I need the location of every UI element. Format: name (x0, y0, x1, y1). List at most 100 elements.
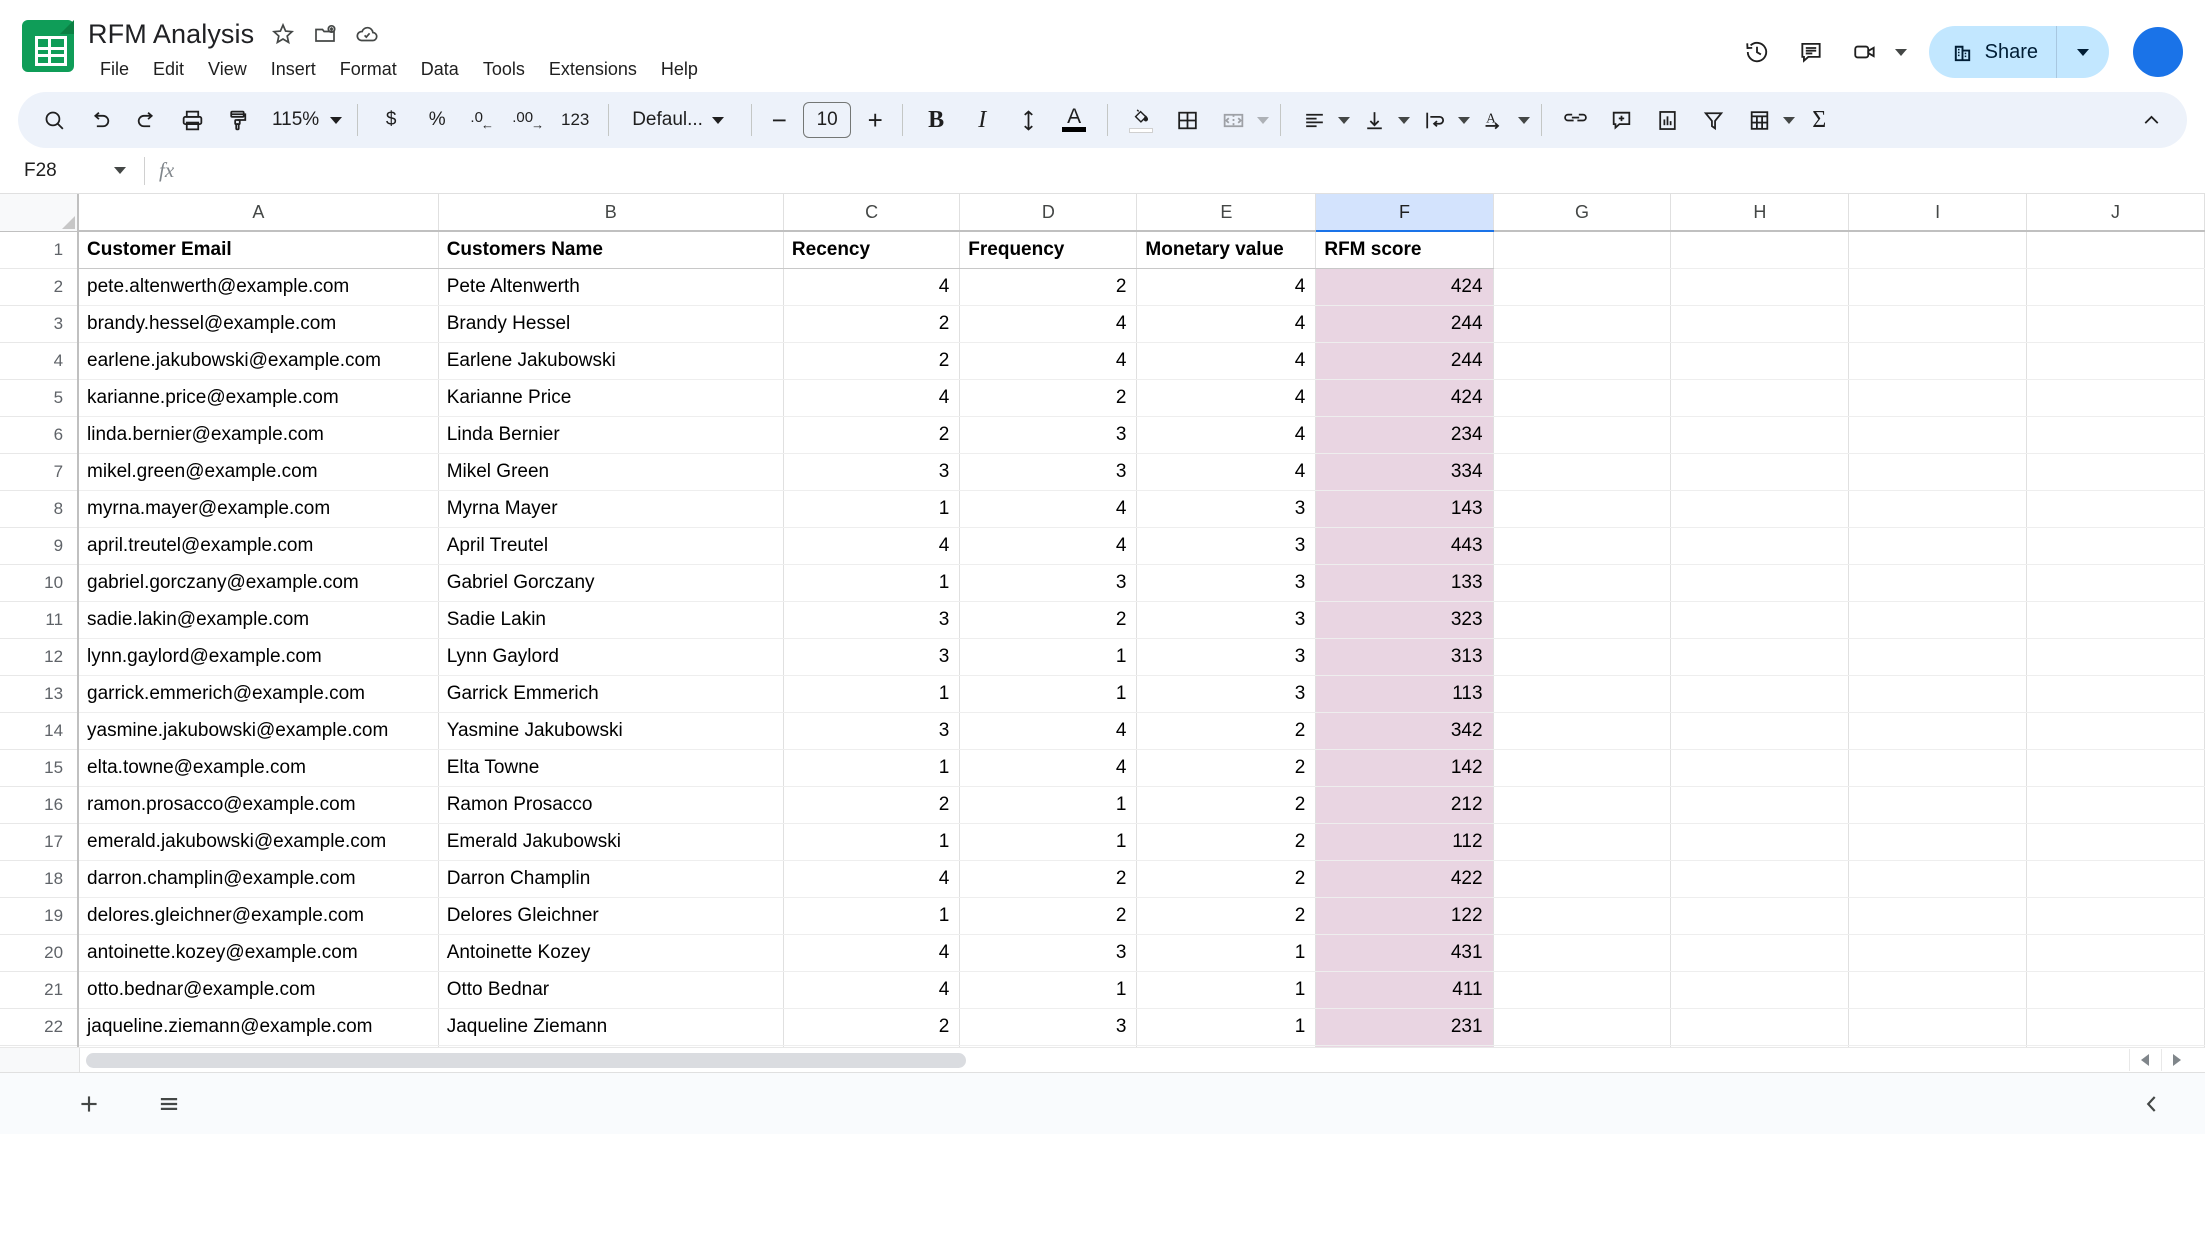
grid-cell-F3[interactable]: 244 (1316, 305, 1493, 342)
grid-cell-J6[interactable] (2027, 416, 2205, 453)
grid-cell-E15[interactable]: 2 (1137, 749, 1316, 786)
grid-cell-E2[interactable]: 4 (1137, 268, 1316, 305)
grid-cell-G8[interactable] (1493, 490, 1671, 527)
grid-cell-E11[interactable]: 3 (1137, 601, 1316, 638)
grid-cell-E5[interactable]: 4 (1137, 379, 1316, 416)
grid-cell-I9[interactable] (1849, 527, 2027, 564)
paint-format-icon[interactable] (216, 98, 260, 142)
grid-cell-F6[interactable]: 234 (1316, 416, 1493, 453)
redo-icon[interactable] (124, 98, 168, 142)
avatar[interactable] (2133, 27, 2183, 77)
grid-cell-F15[interactable]: 142 (1316, 749, 1493, 786)
grid-cell-A4[interactable]: earlene.jakubowski@example.com (78, 342, 438, 379)
grid-cell-B22[interactable]: Jaqueline Ziemann (438, 1008, 783, 1045)
grid-cell-B11[interactable]: Sadie Lakin (438, 601, 783, 638)
grid-cell-H19[interactable] (1671, 897, 1849, 934)
grid-cell-G17[interactable] (1493, 823, 1671, 860)
grid-cell-H10[interactable] (1671, 564, 1849, 601)
menu-item-data[interactable]: Data (409, 55, 471, 84)
grid-cell-F4[interactable]: 244 (1316, 342, 1493, 379)
grid-cell-C21[interactable]: 4 (783, 971, 959, 1008)
grid-cell-F16[interactable]: 212 (1316, 786, 1493, 823)
grid-cell-H7[interactable] (1671, 453, 1849, 490)
grid-cell-F10[interactable]: 133 (1316, 564, 1493, 601)
fill-color-icon[interactable] (1119, 98, 1163, 142)
sigma-sum-button[interactable]: Σ (1797, 98, 1841, 142)
grid-cell-H22[interactable] (1671, 1008, 1849, 1045)
grid-cell-A17[interactable]: emerald.jakubowski@example.com (78, 823, 438, 860)
grid-cell-G3[interactable] (1493, 305, 1671, 342)
page-title[interactable]: RFM Analysis (88, 19, 254, 50)
grid-cell-J8[interactable] (2027, 490, 2205, 527)
horizontal-scrollbar[interactable] (0, 1047, 2205, 1072)
menu-item-file[interactable]: File (88, 55, 141, 84)
menu-item-help[interactable]: Help (649, 55, 710, 84)
meet-options-chevron-down-icon[interactable] (1895, 49, 1907, 56)
grid-cell-F19[interactable]: 122 (1316, 897, 1493, 934)
increase-decimal-button[interactable]: .00→ (507, 98, 551, 142)
star-icon[interactable] (270, 21, 296, 47)
grid-cell-E1[interactable]: Monetary value (1137, 231, 1316, 268)
row-header-17[interactable]: 17 (0, 823, 78, 860)
borders-icon[interactable] (1165, 98, 1209, 142)
search-icon[interactable] (32, 98, 76, 142)
formula-input[interactable] (188, 148, 2205, 193)
create-filter-icon[interactable] (1691, 98, 1735, 142)
all-sheets-menu-icon[interactable] (150, 1085, 188, 1123)
grid-cell-D20[interactable]: 3 (960, 934, 1137, 971)
grid-cell-D5[interactable]: 2 (960, 379, 1137, 416)
grid-cell-B1[interactable]: Customers Name (438, 231, 783, 268)
grid-cell-J5[interactable] (2027, 379, 2205, 416)
grid-cell-G13[interactable] (1493, 675, 1671, 712)
grid-cell-J10[interactable] (2027, 564, 2205, 601)
grid-cell-F11[interactable]: 323 (1316, 601, 1493, 638)
grid-cell-D6[interactable]: 3 (960, 416, 1137, 453)
grid-cell-D18[interactable]: 2 (960, 860, 1137, 897)
currency-format-button[interactable]: $ (369, 98, 413, 142)
grid-cell-A19[interactable]: delores.gleichner@example.com (78, 897, 438, 934)
row-header-2[interactable]: 2 (0, 268, 78, 305)
grid-cell-C14[interactable]: 3 (783, 712, 959, 749)
grid-cell-B3[interactable]: Brandy Hessel (438, 305, 783, 342)
horizontal-scroll-thumb[interactable] (86, 1053, 966, 1068)
grid-cell-B7[interactable]: Mikel Green (438, 453, 783, 490)
wrap-chevron-down-icon[interactable] (1458, 117, 1470, 124)
grid-cell-C17[interactable]: 1 (783, 823, 959, 860)
grid-cell-J19[interactable] (2027, 897, 2205, 934)
grid-cell-H1[interactable] (1671, 231, 1849, 268)
horizontal-scroll-track[interactable] (80, 1048, 2123, 1072)
insert-comment-icon[interactable] (1599, 98, 1643, 142)
row-header-12[interactable]: 12 (0, 638, 78, 675)
grid-cell-E17[interactable]: 2 (1137, 823, 1316, 860)
column-header-h[interactable]: H (1671, 194, 1849, 231)
row-header-13[interactable]: 13 (0, 675, 78, 712)
grid-cell-H18[interactable] (1671, 860, 1849, 897)
grid-cell-G18[interactable] (1493, 860, 1671, 897)
grid-cell-E8[interactable]: 3 (1137, 490, 1316, 527)
grid-cell-A21[interactable]: otto.bednar@example.com (78, 971, 438, 1008)
chevron-left-icon[interactable] (2133, 1085, 2171, 1123)
grid-cell-H16[interactable] (1671, 786, 1849, 823)
grid-cell-J22[interactable] (2027, 1008, 2205, 1045)
grid-cell-J3[interactable] (2027, 305, 2205, 342)
grid-cell-C9[interactable]: 4 (783, 527, 959, 564)
column-header-j[interactable]: J (2027, 194, 2205, 231)
column-header-e[interactable]: E (1137, 194, 1316, 231)
grid-cell-C7[interactable]: 3 (783, 453, 959, 490)
insert-chart-icon[interactable] (1645, 98, 1689, 142)
grid-cell-I1[interactable] (1849, 231, 2027, 268)
grid-cell-J12[interactable] (2027, 638, 2205, 675)
grid-cell-D12[interactable]: 1 (960, 638, 1137, 675)
grid-cell-J21[interactable] (2027, 971, 2205, 1008)
grid-cell-A7[interactable]: mikel.green@example.com (78, 453, 438, 490)
grid-cell-J2[interactable] (2027, 268, 2205, 305)
grid-cell-J16[interactable] (2027, 786, 2205, 823)
grid-cell-B19[interactable]: Delores Gleichner (438, 897, 783, 934)
comment-icon[interactable] (1787, 28, 1835, 76)
grid-cell-A22[interactable]: jaqueline.ziemann@example.com (78, 1008, 438, 1045)
grid-cell-A14[interactable]: yasmine.jakubowski@example.com (78, 712, 438, 749)
grid-cell-F22[interactable]: 231 (1316, 1008, 1493, 1045)
grid-cell-J18[interactable] (2027, 860, 2205, 897)
grid-cell-G16[interactable] (1493, 786, 1671, 823)
grid-cell-G5[interactable] (1493, 379, 1671, 416)
